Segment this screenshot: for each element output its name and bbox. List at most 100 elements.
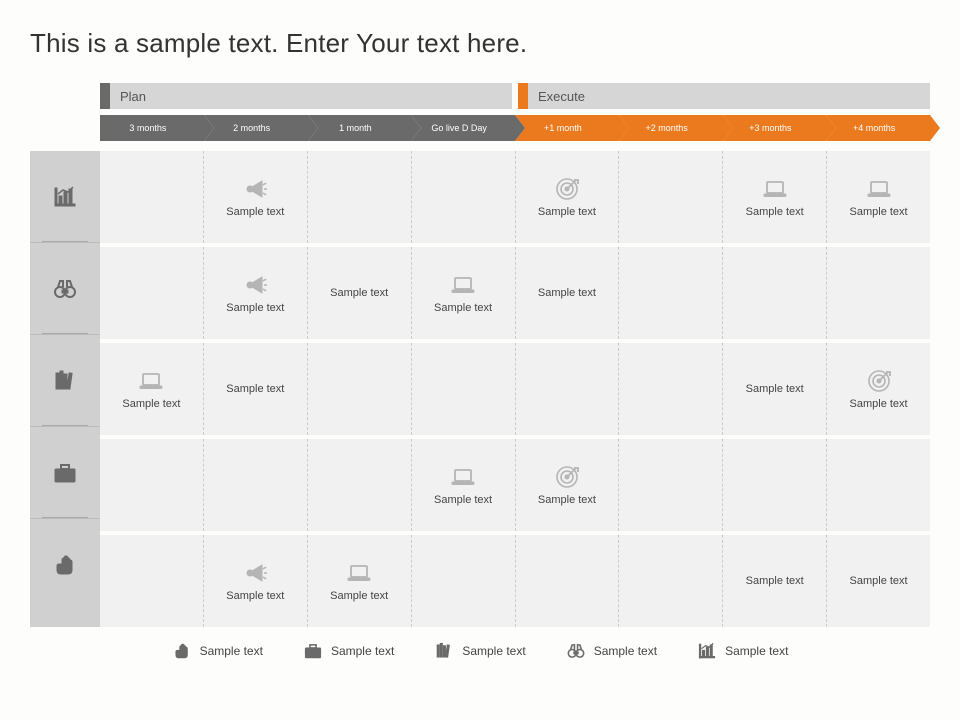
timeline-step-label: Go live D Day — [431, 123, 487, 133]
grid-cell[interactable]: Sample text — [412, 247, 516, 339]
grid-cell[interactable]: Sample text — [412, 439, 516, 531]
cell-label: Sample text — [226, 206, 284, 218]
grid-cell[interactable] — [619, 247, 723, 339]
grid-cell[interactable]: Sample text — [827, 151, 930, 243]
phase-execute-tab — [518, 83, 528, 109]
grid-cell[interactable] — [100, 439, 204, 531]
grid-row: Sample text Sample text Sample text Sample … — [100, 343, 930, 435]
target-icon — [554, 464, 580, 490]
grid-cell[interactable]: Sample text — [827, 535, 930, 627]
grid-cell[interactable] — [308, 343, 412, 435]
grid-cell[interactable] — [619, 151, 723, 243]
grid-cell[interactable] — [100, 247, 204, 339]
megaphone-icon — [242, 272, 268, 298]
binoculars-icon — [566, 641, 586, 661]
grid-cell[interactable] — [619, 439, 723, 531]
grid-cell[interactable] — [723, 439, 827, 531]
grid-cell[interactable] — [723, 247, 827, 339]
grid-cell[interactable] — [100, 151, 204, 243]
grid-cell[interactable]: Sample text — [204, 247, 308, 339]
grid-cell[interactable] — [516, 343, 620, 435]
fist-icon — [52, 552, 78, 578]
briefcase-icon — [52, 460, 78, 486]
grid-cell[interactable] — [308, 151, 412, 243]
grid-cell[interactable]: Sample text — [723, 343, 827, 435]
cell-label: Sample text — [434, 302, 492, 314]
grid-cell[interactable] — [619, 343, 723, 435]
laptop-icon — [762, 176, 788, 202]
grid-cell[interactable]: Sample text — [308, 247, 412, 339]
laptop-icon — [450, 272, 476, 298]
row-headers — [30, 151, 100, 627]
cell-label: Sample text — [330, 287, 388, 299]
grid-cell[interactable] — [827, 439, 930, 531]
fist-icon — [172, 641, 192, 661]
cell-label: Sample text — [850, 398, 908, 410]
grid-cell[interactable]: Sample text — [516, 439, 620, 531]
grid-cell[interactable]: Sample text — [723, 151, 827, 243]
grid-cell[interactable] — [827, 247, 930, 339]
timeline-step: +3 months — [723, 115, 827, 141]
legend-label: Sample text — [331, 644, 394, 658]
grid-cell[interactable]: Sample text — [723, 535, 827, 627]
page-title[interactable]: This is a sample text. Enter Your text h… — [30, 28, 930, 59]
cell-label: Sample text — [850, 206, 908, 218]
grid-row: Sample textSample text — [100, 439, 930, 531]
phase-execute-label: Execute — [528, 89, 585, 104]
grid-cell[interactable] — [412, 535, 516, 627]
grid-cell[interactable]: Sample text — [308, 535, 412, 627]
grid-cell[interactable] — [204, 439, 308, 531]
grid-cell[interactable]: Sample text — [827, 343, 930, 435]
grid-cell[interactable]: Sample text — [204, 343, 308, 435]
timeline-step: 1 month — [308, 115, 412, 141]
grid-cell[interactable]: Sample text — [516, 247, 620, 339]
grid-body: Sample textSample textSample textSample … — [100, 151, 930, 627]
legend-label: Sample text — [200, 644, 263, 658]
timeline-step: 3 months — [100, 115, 204, 141]
legend-item: Sample text — [172, 641, 263, 661]
grid-row: Sample text Sample text Sample text Sample … — [100, 535, 930, 627]
laptop-icon — [866, 176, 892, 202]
timeline-step-label: 3 months — [129, 123, 166, 133]
cell-label: Sample text — [746, 206, 804, 218]
legend-item: Sample text — [697, 641, 788, 661]
phase-execute: Execute — [518, 83, 930, 109]
grid-cell[interactable]: Sample text — [204, 151, 308, 243]
laptop-icon — [450, 464, 476, 490]
timeline-step-label: +4 months — [853, 123, 895, 133]
grid-cell[interactable]: Sample text — [516, 151, 620, 243]
cell-label: Sample text — [226, 383, 284, 395]
timeline-step-label: 1 month — [339, 123, 372, 133]
phase-header: Plan Execute — [100, 83, 930, 109]
row-header — [30, 243, 100, 335]
cell-label: Sample text — [226, 590, 284, 602]
grid-cell[interactable] — [619, 535, 723, 627]
slide: This is a sample text. Enter Your text h… — [0, 0, 960, 720]
books-icon — [52, 368, 78, 394]
legend: Sample text Sample text Sample text Sample … — [30, 641, 930, 661]
timeline-step-label: +3 months — [749, 123, 791, 133]
timeline-step-label: 2 months — [233, 123, 270, 133]
grid-cell[interactable] — [308, 439, 412, 531]
row-header — [30, 427, 100, 519]
briefcase-icon — [303, 641, 323, 661]
cell-label: Sample text — [226, 302, 284, 314]
cell-label: Sample text — [538, 206, 596, 218]
grid-cell[interactable] — [412, 343, 516, 435]
cell-label: Sample text — [746, 383, 804, 395]
grid-cell[interactable] — [516, 535, 620, 627]
grid-cell[interactable] — [412, 151, 516, 243]
legend-item: Sample text — [434, 641, 525, 661]
grid-cell[interactable]: Sample text — [100, 343, 204, 435]
timeline-step: 2 months — [204, 115, 308, 141]
chart-icon — [52, 184, 78, 210]
cell-label: Sample text — [122, 398, 180, 410]
cell-label: Sample text — [538, 287, 596, 299]
megaphone-icon — [242, 176, 268, 202]
cell-label: Sample text — [746, 575, 804, 587]
row-header — [30, 151, 100, 243]
row-header — [30, 335, 100, 427]
grid-cell[interactable] — [100, 535, 204, 627]
phase-plan: Plan — [100, 83, 512, 109]
grid-cell[interactable]: Sample text — [204, 535, 308, 627]
